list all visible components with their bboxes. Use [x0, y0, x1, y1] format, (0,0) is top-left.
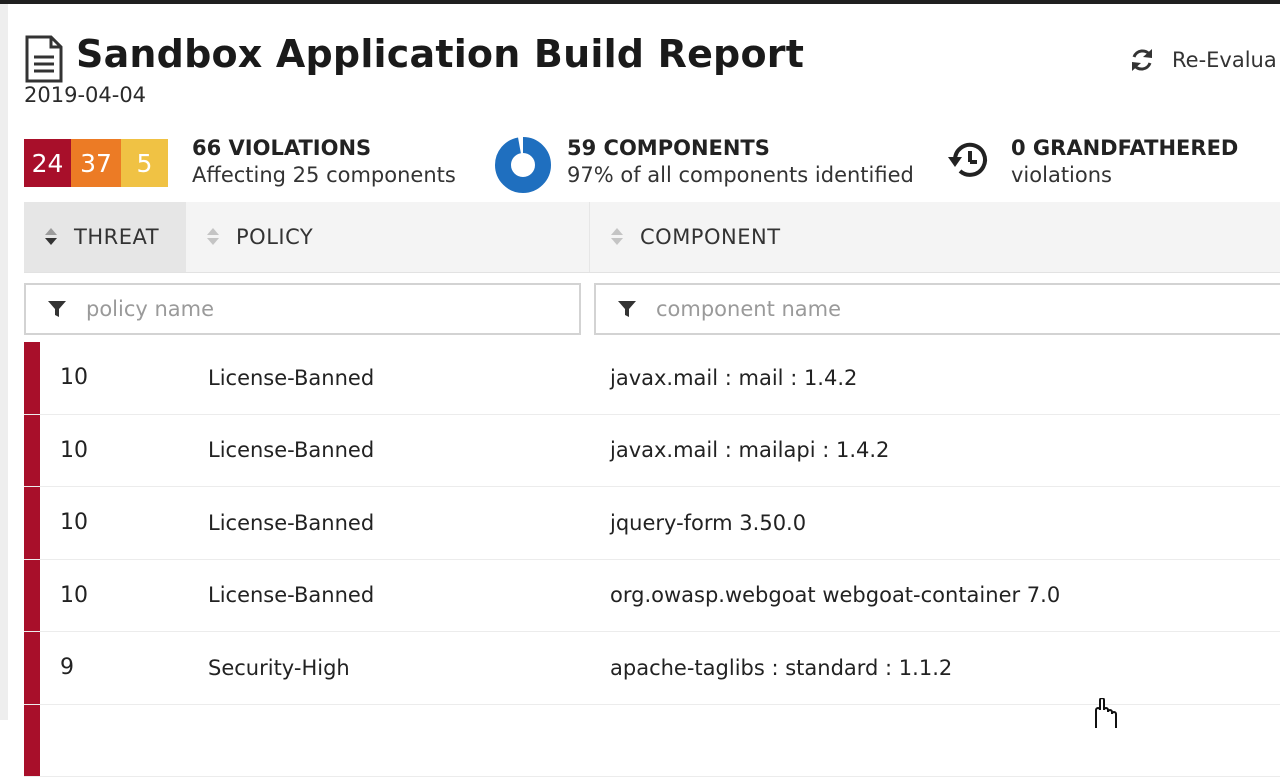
threat-cell: 10 — [60, 342, 88, 414]
table-row[interactable]: 9 Security-High apache-taglibs : standar… — [24, 632, 1280, 705]
threat-column-header[interactable]: THREAT — [24, 202, 186, 272]
moderate-count-badge[interactable]: 5 — [121, 139, 168, 187]
sort-icon — [206, 225, 220, 249]
threat-column-label: THREAT — [74, 225, 159, 249]
policy-column-label: POLICY — [236, 225, 313, 249]
refresh-icon — [1128, 46, 1156, 74]
threat-cell: 10 — [60, 487, 88, 559]
grandfathered-subtitle: violations — [1011, 163, 1112, 187]
table-row[interactable]: 10 License-Banned org.owasp.webgoat webg… — [24, 560, 1280, 633]
component-filter-input[interactable] — [654, 296, 1215, 322]
component-column-label: COMPONENT — [640, 225, 781, 249]
policy-cell: License-Banned — [208, 560, 374, 632]
policy-cell: License-Banned — [208, 415, 374, 487]
policy-cell: License-Banned — [208, 487, 374, 559]
threat-level-bar — [24, 632, 40, 704]
hand-pointer-icon — [1088, 698, 1122, 728]
component-filter — [594, 283, 1280, 335]
component-column-header[interactable]: COMPONENT — [590, 202, 1280, 272]
threat-level-bar — [24, 560, 40, 632]
policy-filter-input[interactable] — [84, 296, 530, 322]
funnel-icon — [616, 298, 638, 320]
component-cell: javax.mail : mail : 1.4.2 — [610, 342, 857, 414]
threat-cell: 10 — [60, 415, 88, 487]
component-cell: jquery-form 3.50.0 — [610, 487, 806, 559]
window-top-edge — [0, 0, 1280, 4]
re-evaluate-button[interactable]: Re-Evalua — [1128, 44, 1277, 76]
document-icon — [24, 35, 64, 83]
frame-edge — [0, 4, 8, 720]
critical-count-badge[interactable]: 24 — [24, 139, 71, 187]
grandfathered-title: 0 GRANDFATHERED — [1011, 136, 1238, 160]
violation-count-badges: 24 37 5 — [24, 139, 168, 187]
threat-cell: 9 — [60, 632, 74, 704]
sort-icon — [610, 225, 624, 249]
components-donut-chart — [495, 137, 551, 193]
components-subtitle: 97% of all components identified — [567, 163, 914, 187]
components-title: 59 COMPONENTS — [567, 136, 770, 160]
threat-level-bar — [24, 415, 40, 487]
policy-filter — [24, 283, 581, 335]
table-row[interactable]: 10 License-Banned javax.mail : mail : 1.… — [24, 342, 1280, 415]
table-header: THREAT POLICY COMPONENT — [24, 202, 1280, 273]
table-row[interactable]: 10 License-Banned javax.mail : mailapi :… — [24, 415, 1280, 488]
policy-column-header[interactable]: POLICY — [186, 202, 590, 272]
threat-cell: 10 — [60, 560, 88, 632]
threat-level-bar — [24, 705, 40, 777]
policy-cell: License-Banned — [208, 342, 374, 414]
report-date: 2019-04-04 — [24, 83, 146, 107]
violations-subtitle: Affecting 25 components — [192, 163, 456, 187]
component-cell: apache-taglibs : standard : 1.1.2 — [610, 632, 952, 704]
history-icon — [946, 137, 992, 183]
component-cell: javax.mail : mailapi : 1.4.2 — [610, 415, 889, 487]
re-evaluate-label: Re-Evalua — [1172, 48, 1277, 72]
component-cell: org.owasp.webgoat webgoat-container 7.0 — [610, 560, 1060, 632]
threat-level-bar — [24, 342, 40, 414]
page-title: Sandbox Application Build Report — [76, 32, 804, 76]
sort-icon — [44, 225, 58, 249]
funnel-icon — [46, 298, 68, 320]
violations-title: 66 VIOLATIONS — [192, 136, 371, 160]
table-row[interactable]: 10 License-Banned jquery-form 3.50.0 — [24, 487, 1280, 560]
policy-cell: Security-High — [208, 632, 350, 704]
severe-count-badge[interactable]: 37 — [71, 139, 121, 187]
threat-level-bar — [24, 487, 40, 559]
